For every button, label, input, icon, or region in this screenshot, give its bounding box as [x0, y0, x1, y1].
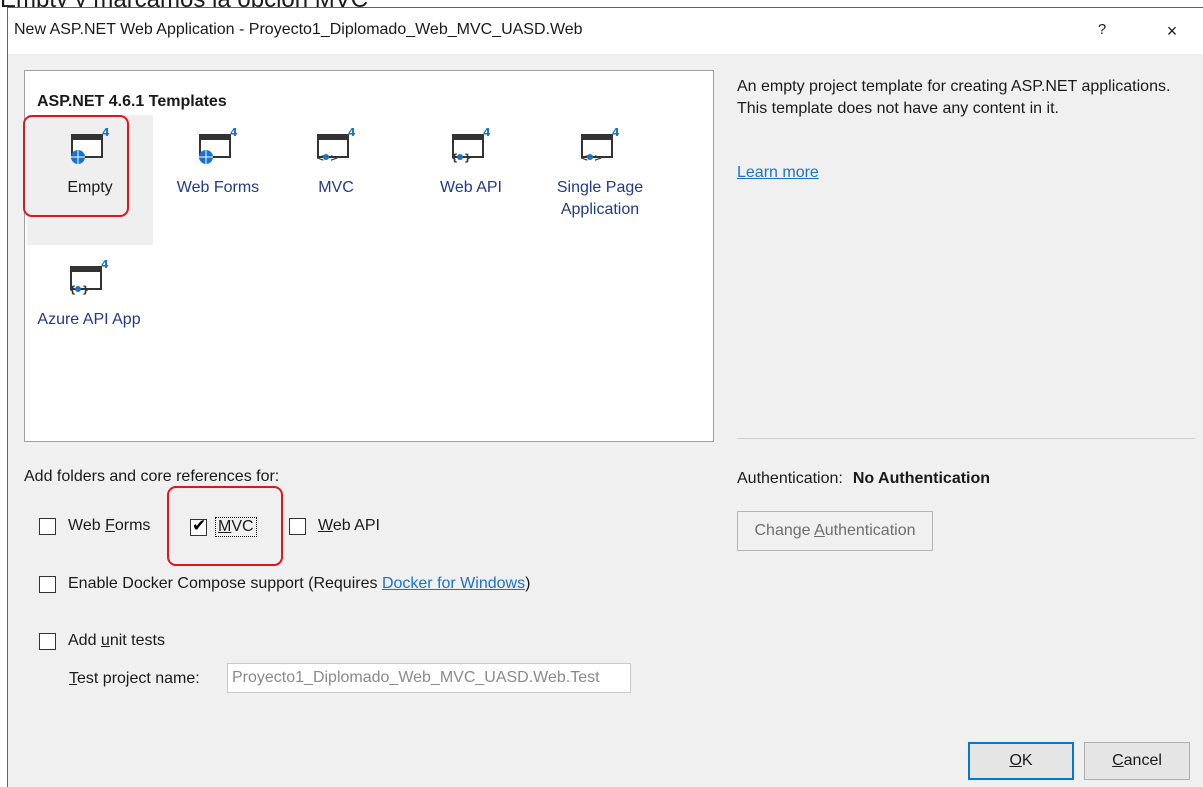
template-empty[interactable]: 4 Empty [27, 115, 153, 245]
unit-tests-label[interactable]: Add unit tests [68, 632, 165, 650]
template-label: Single Page Application [535, 177, 665, 221]
docker-for-windows-link[interactable]: Docker for Windows [382, 575, 525, 592]
docker-label-suffix: ) [525, 575, 531, 592]
webapi-project-icon: 4 { } [451, 126, 491, 164]
svg-text:{: { [69, 285, 76, 296]
help-button[interactable]: ? [1090, 18, 1114, 42]
template-web-forms[interactable]: 4 Web Forms [155, 115, 281, 245]
title-bar: New ASP.NET Web Application - Proyecto1_… [8, 8, 1203, 54]
template-label: Web Forms [176, 179, 260, 196]
mvc-project-icon: 4 < > [316, 126, 356, 164]
svg-text:4: 4 [101, 258, 109, 271]
svg-text:4: 4 [230, 126, 238, 139]
authentication-label: Authentication: No Authentication [737, 470, 990, 488]
svg-text:{: { [451, 153, 458, 164]
svg-text:}: } [82, 285, 89, 296]
web-api-checkbox[interactable] [289, 517, 306, 535]
svg-text:4: 4 [102, 126, 110, 139]
web-api-option: Web API [289, 517, 380, 535]
web-forms-option: Web Forms [39, 517, 150, 535]
learn-more-link[interactable]: Learn more [737, 164, 819, 182]
unit-tests-option: Add unit tests [39, 632, 165, 650]
template-single-page-application[interactable]: 4 < > Single Page Application [535, 115, 665, 245]
template-label-line2: Application [560, 201, 640, 218]
web-forms-label[interactable]: Web Forms [68, 517, 150, 535]
template-label: Empty [67, 179, 113, 196]
test-project-name-input[interactable] [227, 663, 631, 693]
cancel-button[interactable]: Cancel [1084, 742, 1190, 780]
template-label-line1: Single Page [556, 179, 644, 196]
test-project-name-label: Test project name: [69, 670, 200, 687]
docker-option: Enable Docker Compose support (Requires … [39, 575, 530, 593]
docker-label[interactable]: Enable Docker Compose support (Requires … [68, 575, 530, 593]
templates-panel: ASP.NET 4.6.1 Templates 4 Empty 4 Web Fo… [24, 70, 714, 442]
ok-button[interactable]: OK [968, 742, 1074, 780]
unit-tests-checkbox[interactable] [39, 632, 56, 650]
template-azure-api-app[interactable]: 4 { } Azure API App [29, 247, 149, 347]
template-label: MVC [318, 179, 354, 196]
template-mvc[interactable]: 4 < > MVC [283, 115, 389, 245]
mvc-label[interactable]: MVC [215, 517, 257, 537]
svg-text:<: < [316, 153, 324, 164]
docker-checkbox[interactable] [39, 575, 56, 593]
change-authentication-button[interactable]: Change Authentication [737, 511, 933, 551]
close-button[interactable]: × [1158, 18, 1186, 44]
divider [737, 438, 1195, 439]
svg-text:>: > [594, 153, 602, 164]
templates-heading: ASP.NET 4.6.1 Templates [37, 93, 227, 110]
svg-text:}: } [464, 153, 471, 164]
mvc-option: MVC [190, 516, 257, 537]
webapi-project-icon: 4 { } [69, 258, 109, 296]
svg-text:<: < [580, 153, 588, 164]
svg-text:4: 4 [612, 126, 620, 139]
window-title: New ASP.NET Web Application - Proyecto1_… [14, 21, 583, 38]
template-label: Web API [440, 179, 502, 196]
template-label: Azure API App [37, 311, 141, 328]
folders-label: Add folders and core references for: [24, 468, 280, 485]
web-globe-project-icon: 4 [71, 126, 110, 164]
mvc-checkbox[interactable] [190, 516, 207, 536]
svg-text:4: 4 [348, 126, 356, 139]
mvc-project-icon: 4 < > [580, 126, 620, 164]
authentication-value: No Authentication [852, 470, 991, 487]
new-web-application-dialog: New ASP.NET Web Application - Proyecto1_… [7, 7, 1203, 787]
docker-label-prefix: Enable Docker Compose support (Requires [68, 575, 382, 592]
web-globe-project-icon: 4 [199, 126, 238, 164]
svg-text:4: 4 [483, 126, 491, 139]
svg-text:>: > [330, 153, 338, 164]
web-forms-checkbox[interactable] [39, 517, 56, 535]
authentication-label-text: Authentication: [737, 470, 843, 487]
web-api-label[interactable]: Web API [318, 517, 380, 535]
template-web-api[interactable]: 4 { } Web API [417, 115, 525, 245]
template-description: An empty project template for creating A… [737, 78, 1171, 117]
